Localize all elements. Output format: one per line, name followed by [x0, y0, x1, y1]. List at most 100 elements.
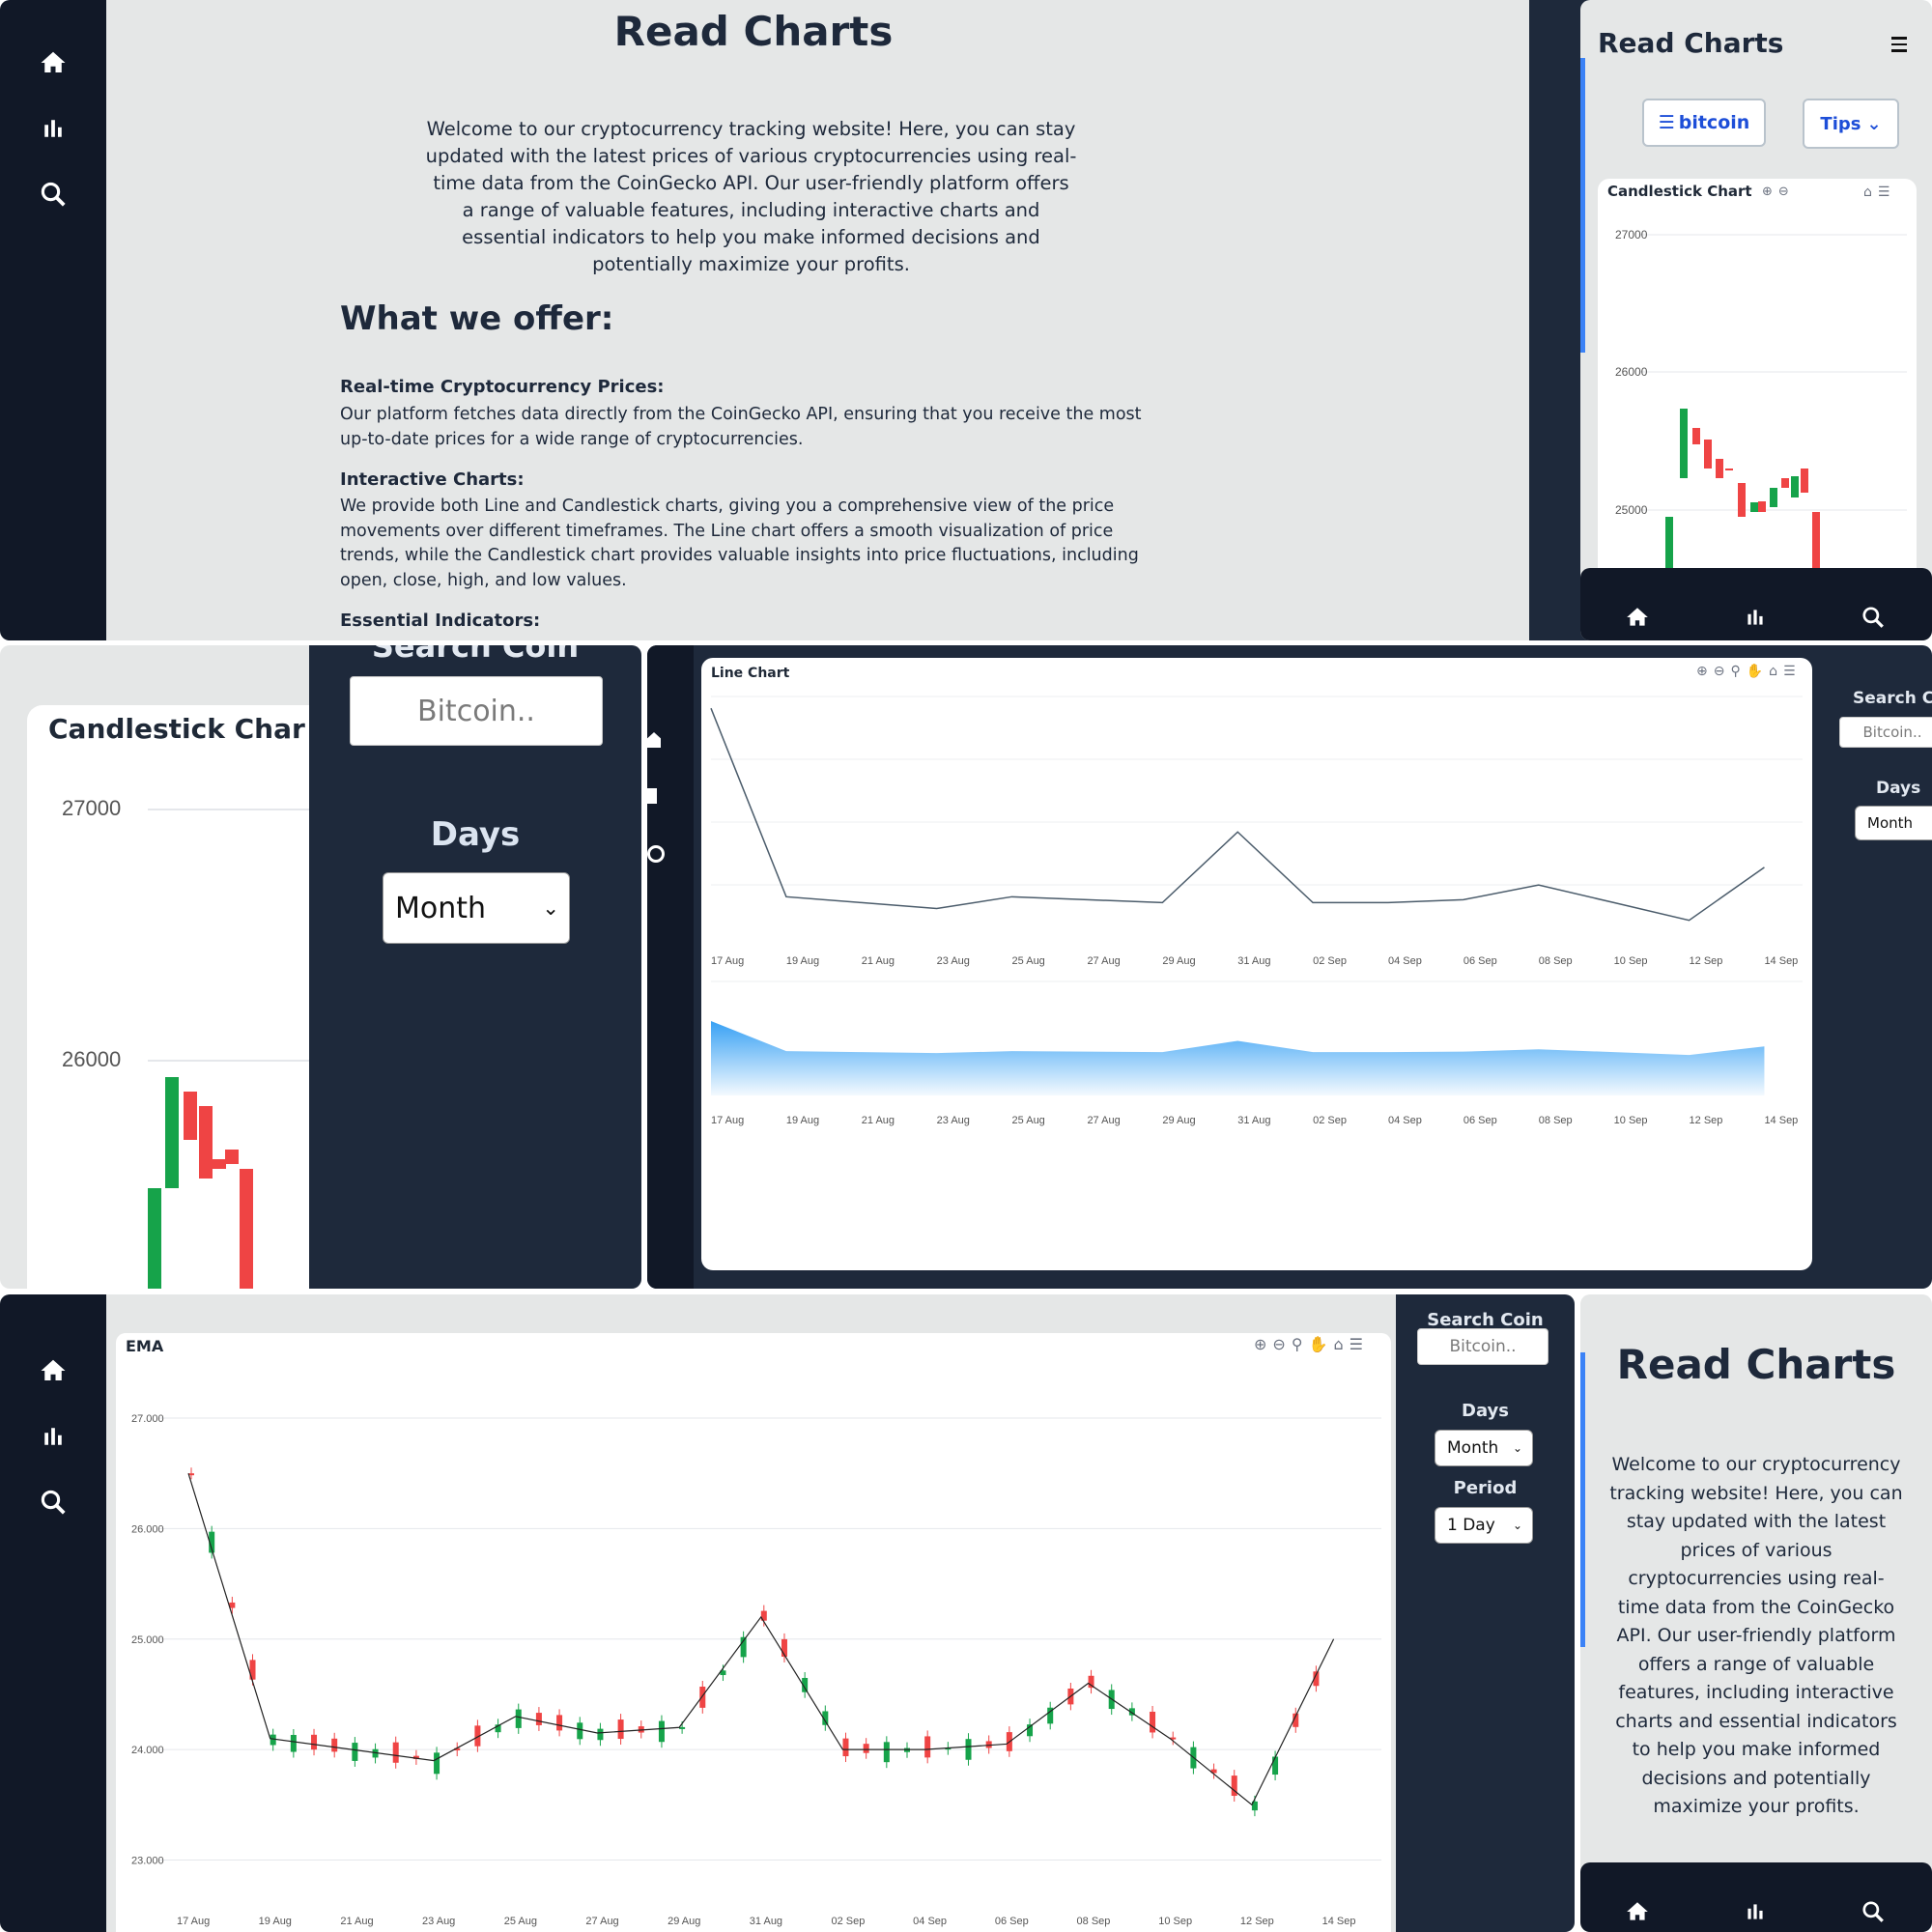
home-icon[interactable]: [1625, 605, 1650, 630]
candle: [577, 1722, 583, 1740]
y-tick: 27000: [1615, 228, 1648, 242]
candle: [1680, 409, 1688, 478]
bar-chart-icon[interactable]: [37, 1422, 70, 1451]
x-tick: 17 Aug: [711, 955, 744, 967]
search-chart-icon[interactable]: [37, 180, 70, 209]
candle: [1801, 469, 1808, 493]
sidebar: [0, 1294, 106, 1932]
home-icon[interactable]: [37, 1356, 70, 1385]
days-select-value: Month: [1447, 1438, 1499, 1458]
candle: [165, 1077, 179, 1188]
x-tick: 06 Sep: [1463, 955, 1497, 967]
x-tick: 10 Sep: [1614, 955, 1648, 967]
x-tick: 21 Aug: [862, 955, 895, 967]
bar-chart-icon[interactable]: [1743, 605, 1768, 630]
ema-chart-card: EMA ⊕ ⊖ ⚲ ✋ ⌂ ☰ 27.000 26.000 25.000 24.000 23.00…: [116, 1333, 1391, 1932]
candle: [184, 1092, 197, 1140]
x-tick: 27 Aug: [585, 1916, 618, 1927]
x-tick: 12 Sep: [1690, 955, 1723, 967]
search-chart-icon[interactable]: [37, 1488, 70, 1517]
search-chart-icon[interactable]: [1861, 1899, 1886, 1924]
search-input[interactable]: Bitcoin..: [1839, 717, 1932, 748]
days-label: Days: [1462, 1401, 1509, 1421]
coin-button-label: bitcoin: [1678, 112, 1750, 133]
candle: [1692, 428, 1700, 444]
candle: [331, 1738, 338, 1752]
candle: [1770, 488, 1777, 507]
x-tick: 19 Aug: [259, 1916, 292, 1927]
x-tick: 25 Aug: [1012, 1115, 1045, 1126]
bar-chart-icon[interactable]: [1743, 1899, 1768, 1924]
navigator-area: [711, 1020, 1765, 1095]
days-select-value: Month: [395, 891, 487, 925]
x-tick: 27 Aug: [1087, 1115, 1120, 1126]
ema-plot: 27.000 26.000 25.000 24.000 23.000 17 Aug 19 A…: [131, 1413, 1381, 1927]
candle: [352, 1743, 358, 1761]
intro-text: Welcome to our cryptocurrency tracking w…: [425, 118, 1077, 275]
days-label: Days: [430, 815, 521, 854]
offer-item-body: Our platform fetches data directly from …: [340, 405, 1142, 449]
tips-button[interactable]: Tips ⌄: [1803, 99, 1899, 149]
tips-button-label: Tips: [1820, 113, 1861, 134]
period-select[interactable]: 1 Day ⌄: [1435, 1507, 1533, 1544]
chevron-down-icon: ⌄: [542, 896, 559, 920]
x-tick: 27 Aug: [1087, 955, 1120, 967]
hamburger-icon[interactable]: [1891, 37, 1907, 52]
candle: [1750, 502, 1758, 512]
scroll-indicator: [1580, 1352, 1585, 1647]
days-select[interactable]: Month ⌄: [383, 872, 570, 944]
search-label: Search Coin: [1427, 1310, 1544, 1330]
search-chart-icon[interactable]: [1861, 605, 1886, 630]
chevron-down-icon: ⌄: [1513, 1519, 1522, 1532]
y-tick: 23.000: [131, 1856, 164, 1867]
bar-chart-icon[interactable]: [37, 114, 70, 143]
candle: [658, 1720, 665, 1743]
offer-item-title: Essential Indicators:: [340, 611, 541, 631]
x-tick: 02 Sep: [831, 1916, 865, 1927]
offer-heading: What we offer:: [340, 299, 614, 338]
y-tick: 25000: [1615, 503, 1648, 517]
x-tick: 14 Sep: [1764, 955, 1798, 967]
search-label: Search Coi: [1853, 689, 1932, 708]
candle: [1150, 1711, 1156, 1733]
days-select[interactable]: Month ⌄: [1435, 1430, 1533, 1466]
offer-item-body: We provide both Line and Candlestick cha…: [340, 497, 1139, 590]
sidebar: [0, 0, 106, 640]
mobile-panel: Read Charts ☰ bitcoin Tips ⌄ Candlestick C…: [1580, 0, 1932, 640]
x-tick: 14 Sep: [1322, 1916, 1356, 1927]
candle: [699, 1686, 706, 1708]
x-tick: 29 Aug: [668, 1916, 700, 1927]
bottom-nav: [1580, 1862, 1932, 1932]
days-select-value: Month: [1867, 814, 1914, 832]
x-tick: 02 Sep: [1313, 955, 1347, 967]
search-input[interactable]: Bitcoin..: [350, 676, 603, 746]
offer-item-title: Real-time Cryptocurrency Prices:: [340, 377, 665, 397]
bar-chart-icon[interactable]: [647, 788, 657, 804]
search-sidebar: Search Coin Bitcoin.. Days Month ⌄: [309, 645, 641, 1289]
x-tick: 14 Sep: [1764, 1115, 1798, 1126]
y-tick: 25.000: [131, 1634, 164, 1646]
search-input[interactable]: Bitcoin..: [1417, 1328, 1548, 1365]
x-tick: 02 Sep: [1313, 1115, 1347, 1126]
candle: [1781, 478, 1789, 488]
candle: [240, 1169, 253, 1289]
home-icon[interactable]: [647, 732, 661, 748]
candle: [199, 1106, 213, 1179]
days-label: Days: [1876, 779, 1921, 798]
candle: [1738, 483, 1746, 517]
zoom-panel: Candlestick Char 27000 26000 Search Coin…: [0, 645, 641, 1289]
days-select[interactable]: Month: [1855, 806, 1932, 840]
scroll-indicator: [1580, 58, 1585, 353]
home-icon[interactable]: [1625, 1899, 1650, 1924]
candle: [535, 1713, 542, 1725]
line-chart-panel: Line Chart ⊕ ⊖ ⚲ ✋ ⌂ ☰ 17 Aug 19 Aug 21 Aug 23 A…: [647, 645, 1932, 1289]
line-plot: 17 Aug 19 Aug 21 Aug 23 Aug 25 Aug 27 Aug 29 A…: [710, 696, 1803, 1126]
search-chart-icon[interactable]: [647, 845, 665, 863]
home-icon[interactable]: [37, 48, 70, 77]
x-tick: 12 Sep: [1690, 1115, 1723, 1126]
mobile-intro-panel: Read Charts Welcome to our cryptocurrenc…: [1580, 1294, 1932, 1932]
candle: [213, 1159, 226, 1169]
x-tick: 06 Sep: [995, 1916, 1029, 1927]
coin-button[interactable]: ☰ bitcoin: [1642, 99, 1766, 147]
page-title: Read Charts: [613, 8, 894, 55]
